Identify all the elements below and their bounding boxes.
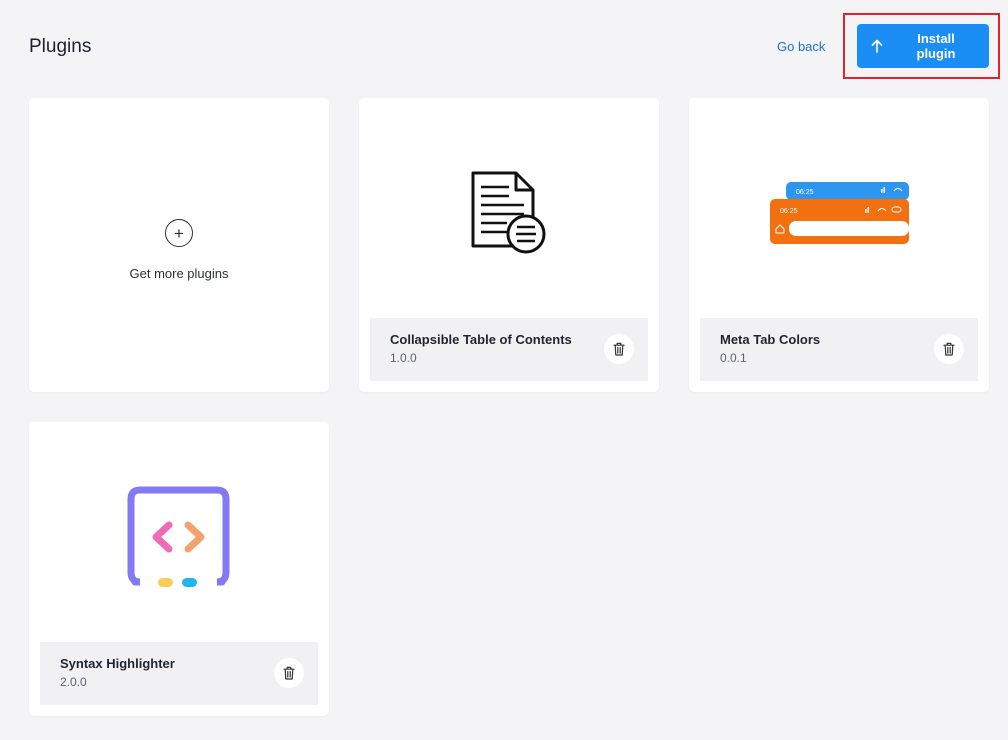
preview-time-blue: 06:25 bbox=[796, 189, 814, 196]
get-more-plugins-label: Get more plugins bbox=[129, 266, 229, 281]
document-list-icon bbox=[471, 171, 546, 254]
plugin-version: 2.0.0 bbox=[60, 675, 87, 689]
install-plugin-button[interactable]: Install plugin bbox=[857, 24, 989, 68]
plugin-card-collapsible-toc: Collapsible Table of Contents 1.0.0 bbox=[359, 98, 659, 392]
go-back-link[interactable]: Go back bbox=[777, 39, 825, 54]
delete-plugin-button[interactable] bbox=[274, 658, 304, 688]
plugin-name: Collapsible Table of Contents bbox=[390, 332, 572, 347]
plugin-name: Meta Tab Colors bbox=[720, 332, 821, 347]
delete-plugin-button[interactable] bbox=[604, 334, 634, 364]
arrow-up-icon bbox=[871, 39, 883, 53]
page-title: Plugins bbox=[29, 36, 92, 57]
plugin-card-meta-tab-colors: 06:25 06:25 Meta Tab Colors 0.0.1 bbox=[689, 98, 989, 392]
trash-icon bbox=[283, 666, 295, 680]
plugin-info-panel: Syntax Highlighter 2.0.0 bbox=[40, 642, 318, 705]
phone-statusbar-preview: 06:25 06:25 bbox=[770, 182, 909, 244]
trash-icon bbox=[613, 342, 625, 356]
plugin-version: 0.0.1 bbox=[720, 351, 747, 365]
code-brackets-icon bbox=[127, 486, 230, 587]
preview-time-orange: 06:25 bbox=[780, 208, 798, 215]
plus-circle-icon: + bbox=[165, 219, 193, 247]
install-plugin-label: Install plugin bbox=[916, 31, 956, 61]
plugin-version: 1.0.0 bbox=[390, 351, 417, 365]
plugin-info-panel: Collapsible Table of Contents 1.0.0 bbox=[370, 318, 648, 381]
plugin-name: Syntax Highlighter bbox=[60, 656, 175, 671]
get-more-plugins-card[interactable]: + Get more plugins bbox=[29, 98, 329, 392]
plugin-info-panel: Meta Tab Colors 0.0.1 bbox=[700, 318, 978, 381]
plugin-card-syntax-highlighter: Syntax Highlighter 2.0.0 bbox=[29, 422, 329, 716]
delete-plugin-button[interactable] bbox=[934, 334, 964, 364]
trash-icon bbox=[943, 342, 955, 356]
